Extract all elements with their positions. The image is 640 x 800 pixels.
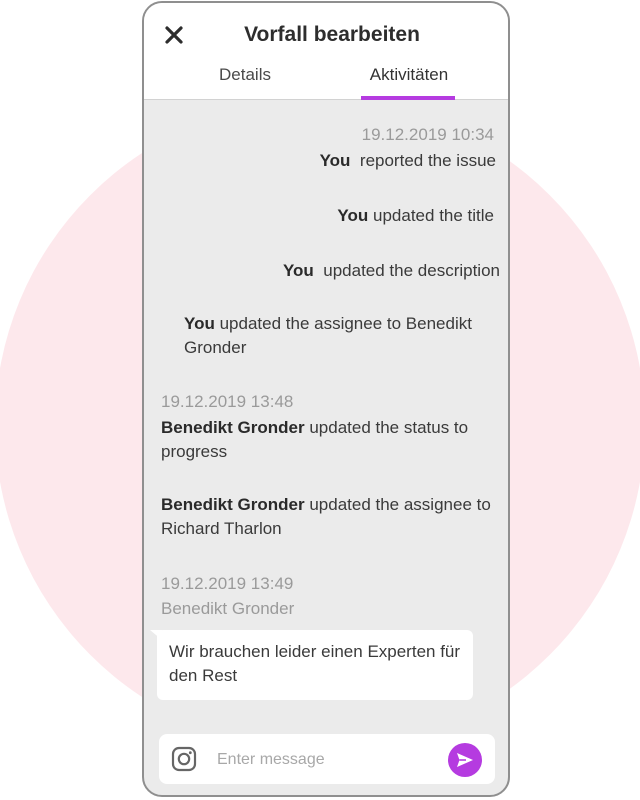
instagram-icon bbox=[171, 746, 197, 772]
activity-actor: You bbox=[184, 314, 215, 333]
activity-actor: Benedikt Gronder bbox=[161, 418, 305, 437]
send-icon bbox=[457, 753, 473, 767]
activity-entry: You reported the issue bbox=[320, 149, 496, 173]
activity-actor: Benedikt Gronder bbox=[161, 495, 305, 514]
message-composer bbox=[159, 734, 495, 784]
activity-text: updated the description bbox=[323, 261, 500, 280]
instagram-button[interactable] bbox=[171, 746, 197, 772]
activity-feed[interactable]: 19.12.2019 10:34 You reported the issue … bbox=[144, 100, 508, 720]
activity-text: updated the title bbox=[373, 206, 494, 225]
message-input[interactable] bbox=[215, 744, 439, 776]
message-author: Benedikt Gronder bbox=[161, 599, 295, 618]
tab-details[interactable]: Details bbox=[200, 65, 290, 85]
activity-entry: You updated the description bbox=[283, 259, 500, 283]
activity-actor: You bbox=[319, 151, 351, 170]
timestamp: 19.12.2019 10:34 bbox=[361, 125, 494, 144]
phone-frame: Vorfall bearbeiten Details Aktivitäten 1… bbox=[142, 1, 510, 797]
send-button[interactable] bbox=[448, 743, 482, 777]
timestamp: 19.12.2019 13:48 bbox=[161, 392, 294, 411]
page-title: Vorfall bearbeiten bbox=[244, 23, 420, 46]
timestamp: 19.12.2019 13:49 bbox=[161, 574, 294, 593]
tab-aktivitaeten[interactable]: Aktivitäten bbox=[352, 65, 466, 85]
message-bubble: Wir brauchen leider einen Experten für d… bbox=[157, 630, 473, 700]
activity-actor: You bbox=[337, 206, 369, 225]
activity-text: reported the issue bbox=[359, 151, 496, 170]
activity-actor: You bbox=[282, 261, 314, 280]
activity-entry: Benedikt Gronder updated the assignee to… bbox=[161, 493, 501, 541]
activity-text: updated the assignee to Benedikt Gronder bbox=[184, 314, 472, 357]
stage: Vorfall bearbeiten Details Aktivitäten 1… bbox=[0, 0, 640, 800]
activity-entry: Benedikt Gronder updated the status to p… bbox=[161, 416, 501, 464]
activity-entry: You updated the title bbox=[337, 204, 494, 228]
activity-entry: You updated the assignee to Benedikt Gro… bbox=[184, 312, 504, 360]
app-header: Vorfall bearbeiten Details Aktivitäten bbox=[144, 3, 508, 100]
